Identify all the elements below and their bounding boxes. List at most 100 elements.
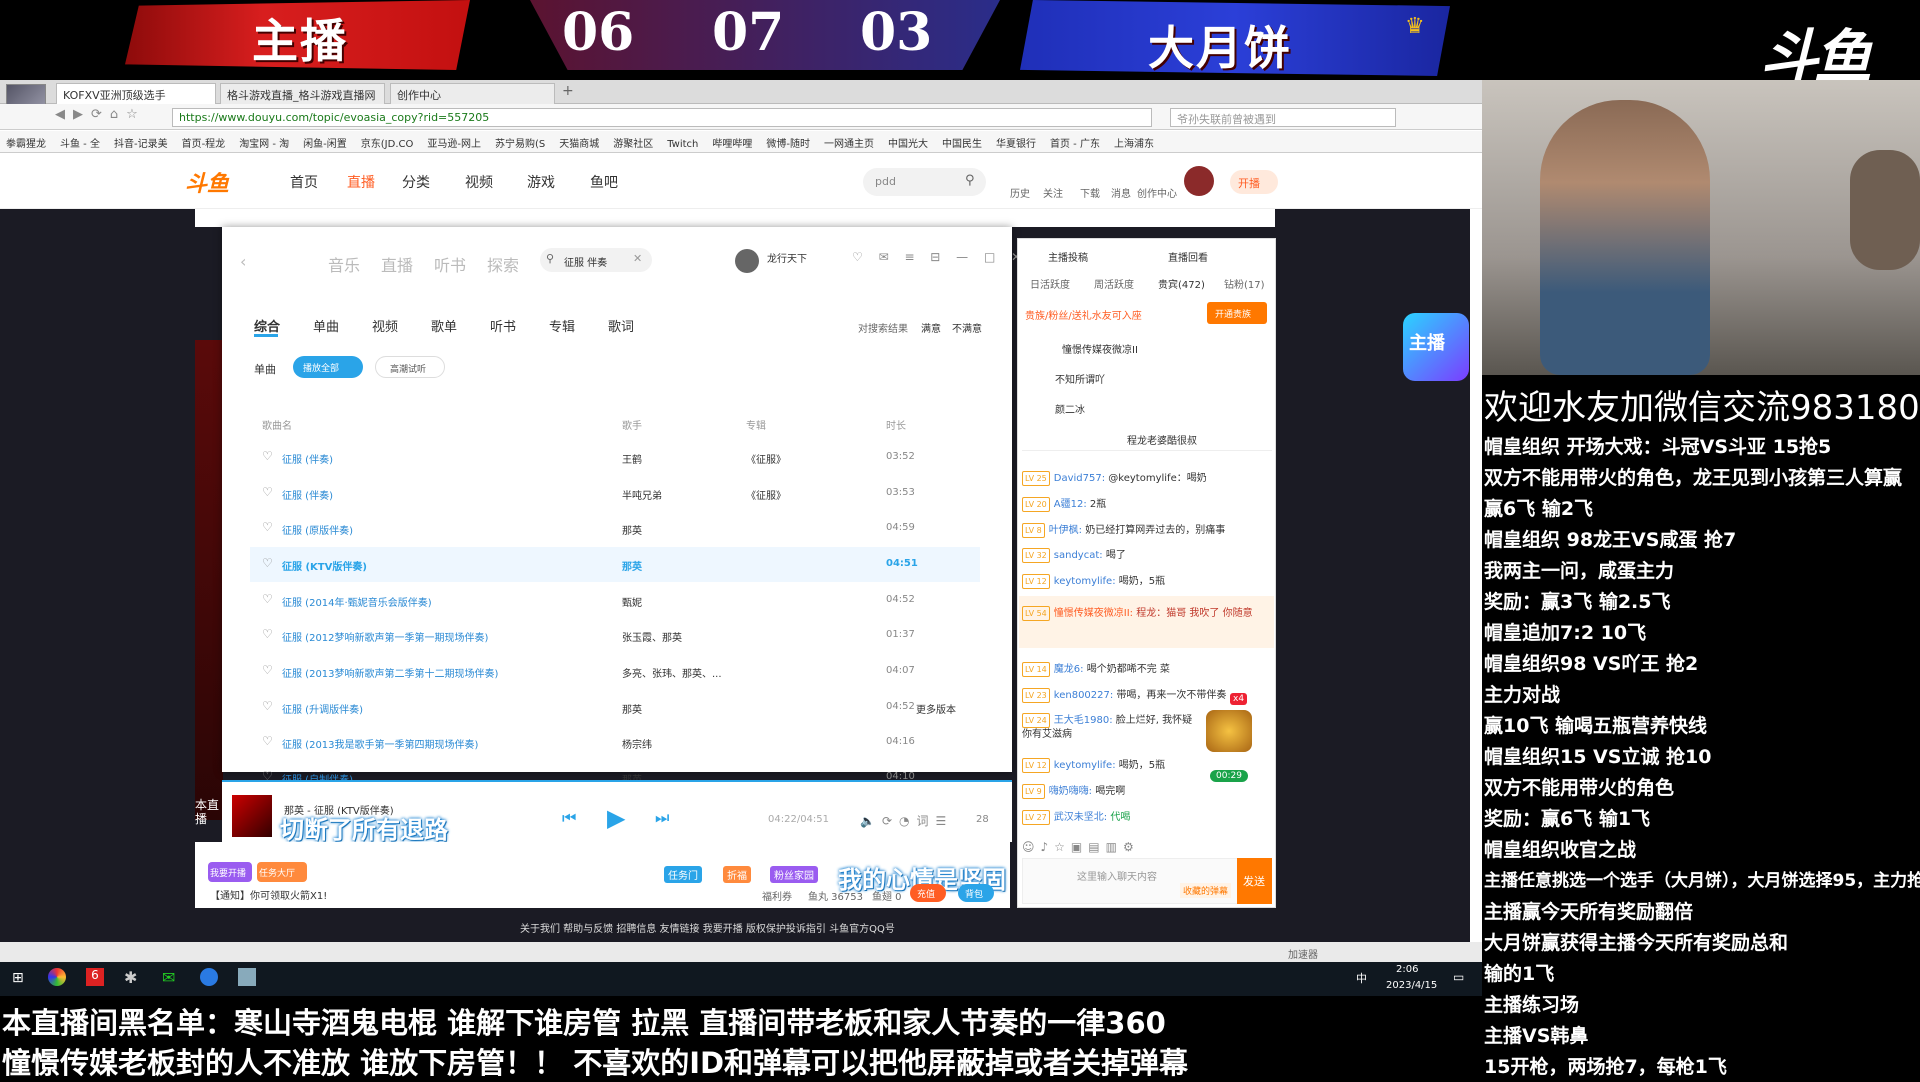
play-all-button[interactable]: 播放全部 — [293, 356, 363, 378]
vip-item[interactable]: 憧憬传媒夜微凉II — [1062, 341, 1138, 356]
bookmark[interactable]: 哔哩哔哩 — [712, 139, 752, 150]
nav-game[interactable]: 游戏 — [527, 172, 555, 192]
bookmark[interactable]: 淘宝网 - 淘 — [239, 139, 289, 150]
anchor-submission-tab[interactable]: 主播投稿 — [1048, 249, 1088, 264]
subtab-all[interactable]: 综合 — [254, 316, 280, 335]
unsatisfied-button[interactable]: 不满意 — [952, 320, 982, 335]
music-username[interactable]: 龙行天下 — [767, 250, 807, 265]
bookmark[interactable]: 首页 - 广东 — [1050, 139, 1100, 150]
tab-audiobook[interactable]: 听书 — [434, 252, 466, 276]
subtab-single[interactable]: 单曲 — [313, 316, 339, 335]
vip-item[interactable]: 程龙老婆酷很叔 — [1127, 432, 1197, 447]
bookmark[interactable]: 一网通主页 — [824, 139, 874, 150]
bookmark[interactable]: 中国光大 — [888, 139, 928, 150]
open-noble-button[interactable]: 开通贵族 — [1207, 302, 1267, 324]
tab-fighting[interactable]: 格斗游戏直播_格斗游戏直播网 — [220, 83, 385, 104]
task-door[interactable]: 任务门 — [664, 866, 702, 883]
url-field[interactable]: https://www.douyu.com/topic/evoasia_copy… — [172, 108, 1152, 127]
bookmark[interactable]: 闲鱼-闲置 — [303, 139, 347, 150]
nav-fishbar[interactable]: 鱼吧 — [590, 172, 618, 192]
user-avatar[interactable] — [1184, 166, 1214, 196]
table-row[interactable]: ♡ 征服 (2013梦响新歌声第二季第十二期现场伴奏) 多亮、张玮、那英、... 04… — [250, 654, 980, 689]
chrome-icon[interactable] — [48, 968, 66, 986]
treasure-chest-icon[interactable] — [1206, 710, 1252, 752]
browser-search-field[interactable]: 爷孙失联前曾被遇到 — [1170, 108, 1396, 127]
more-versions-link[interactable]: 更多版本 — [916, 701, 956, 716]
bookmark[interactable]: 天猫商城 — [559, 139, 599, 150]
tab-kofxv[interactable]: KOFXV亚洲顶级选手 — [56, 83, 216, 104]
bookmark[interactable]: 游聚社区 — [613, 139, 653, 150]
site-logo[interactable]: 斗鱼 — [185, 166, 229, 198]
notification-icon[interactable]: ▭ — [1453, 970, 1464, 984]
bookmark[interactable]: 华夏银行 — [996, 139, 1036, 150]
replay-tab[interactable]: 直播回看 — [1168, 249, 1208, 264]
chat-input-placeholder[interactable]: 这里输入聊天内容 — [1077, 868, 1157, 883]
music-user-avatar[interactable] — [735, 249, 759, 273]
heart-icon[interactable]: ♡ — [262, 557, 274, 569]
subtab-audiobook[interactable]: 听书 — [490, 316, 516, 335]
start-icon[interactable]: ⊞ — [12, 970, 24, 986]
heart-icon[interactable]: ♡ — [262, 450, 274, 462]
accelerator-label[interactable]: 加速器 — [1288, 946, 1318, 961]
tab-explore[interactable]: 探索 — [487, 252, 519, 276]
bookmark[interactable]: Twitch — [667, 139, 698, 150]
rank-tab-weekly[interactable]: 周活跃度 — [1094, 276, 1134, 291]
fans-home[interactable]: 粉丝家园 — [770, 866, 818, 883]
bookmark[interactable]: 苏宁易购(S — [495, 139, 545, 150]
open-live-button[interactable]: 开播 — [1230, 170, 1278, 194]
bookmark[interactable]: 拳霸猩龙 — [6, 139, 46, 150]
subtab-video[interactable]: 视频 — [372, 316, 398, 335]
bookmark[interactable]: 微博-随时 — [766, 139, 810, 150]
bookmark[interactable]: 中国民生 — [942, 139, 982, 150]
new-year-event[interactable]: 折福 — [723, 866, 751, 883]
player-controls[interactable]: 🔈⟳◔词☰ — [860, 812, 953, 829]
table-row-playing[interactable]: ♡ 征服 (KTV版伴奏) 那英 04:51 — [250, 547, 980, 582]
nav-live[interactable]: 直播 — [347, 172, 375, 192]
table-row[interactable]: ♡ 征服 (伴奏) 半吨兄弟 《征服》 03:53 — [250, 476, 980, 511]
bookmark[interactable]: 斗鱼 - 全 — [60, 139, 100, 150]
back-icon[interactable]: ‹ — [240, 252, 246, 271]
album-cover[interactable] — [232, 795, 272, 837]
bookmark[interactable]: 上海浦东 — [1114, 139, 1154, 150]
prev-icon[interactable]: ⏮ — [562, 808, 576, 828]
bookmark[interactable]: 抖音-记录美 — [114, 139, 168, 150]
rank-tab-daily[interactable]: 日活跃度 — [1030, 276, 1070, 291]
ime-indicator[interactable]: 中 — [1356, 970, 1367, 986]
vip-item[interactable]: 颜二冰 — [1055, 401, 1085, 416]
table-row[interactable]: ♡ 征服 (原版伴奏) 那英 04:59 — [250, 511, 980, 546]
bookmark[interactable]: 首页-程龙 — [182, 139, 226, 150]
clear-icon[interactable]: ✕ — [633, 252, 642, 265]
nav-video[interactable]: 视频 — [465, 172, 493, 192]
open-live-tool[interactable]: 我要开播 — [208, 862, 252, 882]
recharge-button[interactable]: 充值 — [910, 884, 946, 902]
kugou-icon[interactable] — [200, 968, 218, 986]
message-link[interactable]: 消息 — [1111, 185, 1131, 200]
task-hall-tool[interactable]: 任务大厅 — [257, 862, 307, 882]
rank-tab-vip[interactable]: 贵宾(472) — [1158, 276, 1205, 291]
table-row[interactable]: ♡ 征服 (升调版伴奏) 那英 04:52 更多版本 — [250, 690, 980, 725]
heart-icon[interactable]: ♡ — [262, 628, 274, 640]
tab-live[interactable]: 直播 — [381, 252, 413, 276]
download-link[interactable]: 下载 — [1080, 185, 1100, 200]
highlight-preview-button[interactable]: 高潮试听 — [375, 356, 445, 378]
window-controls[interactable]: ♡ ✉ ≡ ⊟ — □ ✕ — [852, 250, 1027, 264]
subtab-playlist[interactable]: 歌单 — [431, 316, 457, 335]
favorite-danmaku[interactable]: 收藏的弹幕 — [1180, 883, 1232, 898]
notepad-icon[interactable] — [238, 968, 256, 986]
bookmark[interactable]: 京东(JD.CO — [361, 139, 414, 150]
next-icon[interactable]: ⏭ — [655, 808, 669, 828]
follow-link[interactable]: 关注 — [1043, 185, 1063, 200]
wechat-icon[interactable]: ✉ — [162, 968, 175, 987]
chat-tool-icons[interactable]: ☺♪☆▣▤▥⚙ — [1022, 840, 1140, 854]
table-row[interactable]: ♡ 征服 (2013我是歌手第一季第四期现场伴奏) 杨宗纬 04:16 — [250, 725, 980, 760]
heart-icon[interactable]: ♡ — [262, 486, 274, 498]
vip-item[interactable]: 不知所谓吖 — [1055, 371, 1105, 386]
subtab-album[interactable]: 专辑 — [549, 316, 575, 335]
welfare-link[interactable]: 福利券 — [762, 888, 792, 903]
heart-icon[interactable]: ♡ — [262, 735, 274, 747]
new-tab-button[interactable]: + — [562, 83, 574, 99]
heart-icon[interactable]: ♡ — [262, 521, 274, 533]
table-row[interactable]: ♡ 征服 (2014年·甄妮音乐会版伴奏) 甄妮 04:52 — [250, 583, 980, 618]
nav-category[interactable]: 分类 — [402, 172, 430, 192]
app-icon[interactable]: ✱ — [124, 968, 137, 987]
